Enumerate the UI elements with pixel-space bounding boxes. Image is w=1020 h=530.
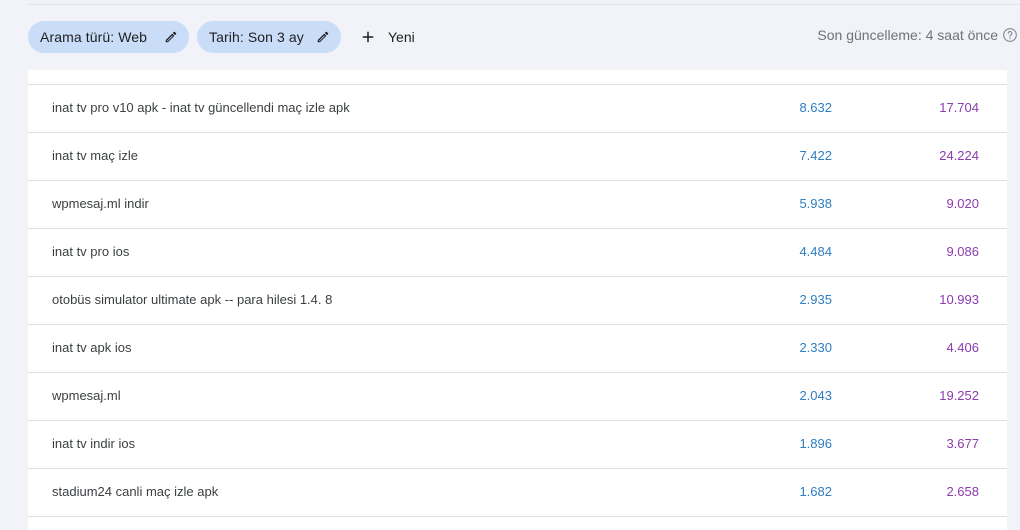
table-row[interactable]: inat tv pro ios 4.484 9.086 xyxy=(28,228,1007,276)
clicks-cell: 4.484 xyxy=(799,244,832,259)
clicks-cell: 2.330 xyxy=(799,340,832,355)
query-cell: stadium24 canli maç izle apk xyxy=(52,484,219,499)
query-cell: inat tv pro v10 apk - inat tv güncellend… xyxy=(52,100,350,115)
clicks-cell: 1.896 xyxy=(799,436,832,451)
search-console-page: Arama türü: Web Tarih: Son 3 ay Yeni Son… xyxy=(0,0,1020,530)
table-row[interactable]: inat tv pro v10 apk - inat tv güncellend… xyxy=(28,84,1007,132)
pencil-icon[interactable] xyxy=(315,29,331,45)
impressions-cell: 10.993 xyxy=(939,292,979,307)
impressions-cell: 2.658 xyxy=(946,484,979,499)
impressions-cell: 19.252 xyxy=(939,388,979,403)
clicks-cell: 5.938 xyxy=(799,196,832,211)
impressions-cell: 17.704 xyxy=(939,100,979,115)
clicks-cell: 1.682 xyxy=(799,484,832,499)
table-row[interactable]: otobüs simulator ultimate apk -- para hi… xyxy=(28,276,1007,324)
table-row[interactable]: inat tv indir ios 1.896 3.677 xyxy=(28,420,1007,468)
pencil-icon[interactable] xyxy=(163,29,179,45)
table-row[interactable]: wpmesaj.ml indir 5.938 9.020 xyxy=(28,180,1007,228)
search-type-filter-chip[interactable]: Arama türü: Web xyxy=(28,21,189,53)
table-row[interactable]: wpmesaj.ml 2.043 19.252 xyxy=(28,372,1007,420)
clicks-cell: 2.043 xyxy=(799,388,832,403)
table-row[interactable]: stadium24 canli maç izle apk 1.682 2.658 xyxy=(28,468,1007,516)
query-cell: inat tv indir ios xyxy=(52,436,136,451)
new-filter-button[interactable]: Yeni xyxy=(358,22,415,52)
query-cell: inat tv maç izle xyxy=(52,148,138,163)
clicks-cell: 8.632 xyxy=(799,100,832,115)
impressions-cell: 24.224 xyxy=(939,148,979,163)
date-filter-label: Tarih: Son 3 ay xyxy=(209,29,304,45)
last-update-status: Son güncelleme: 4 saat önce xyxy=(817,27,1018,43)
queries-table: inat tv pro v10 apk - inat tv güncellend… xyxy=(28,70,1007,530)
query-cell: wpmesaj.ml xyxy=(52,388,121,403)
query-cell: inat tv pro ios xyxy=(52,244,130,259)
impressions-cell: 4.406 xyxy=(946,340,979,355)
last-update-text: Son güncelleme: 4 saat önce xyxy=(817,27,998,43)
search-type-filter-label: Arama türü: Web xyxy=(40,29,148,45)
impressions-cell: 9.086 xyxy=(946,244,979,259)
date-filter-chip[interactable]: Tarih: Son 3 ay xyxy=(197,21,341,53)
impressions-cell: 9.020 xyxy=(946,196,979,211)
query-cell: wpmesaj.ml indir xyxy=(52,196,149,211)
query-cell: inat tv apk ios xyxy=(52,340,132,355)
table-row[interactable]: inat tv apk ios 2.330 4.406 xyxy=(28,324,1007,372)
new-filter-label: Yeni xyxy=(388,29,415,45)
filter-bar: Arama türü: Web Tarih: Son 3 ay Yeni Son… xyxy=(0,0,1020,70)
table-row-partial xyxy=(28,516,1007,530)
impressions-cell: 3.677 xyxy=(946,436,979,451)
clicks-cell: 7.422 xyxy=(799,148,832,163)
query-cell: otobüs simulator ultimate apk -- para hi… xyxy=(52,292,333,307)
table-row[interactable]: inat tv maç izle 7.422 24.224 xyxy=(28,132,1007,180)
help-icon[interactable] xyxy=(1002,27,1018,43)
clicks-cell: 2.935 xyxy=(799,292,832,307)
plus-icon xyxy=(358,27,378,47)
